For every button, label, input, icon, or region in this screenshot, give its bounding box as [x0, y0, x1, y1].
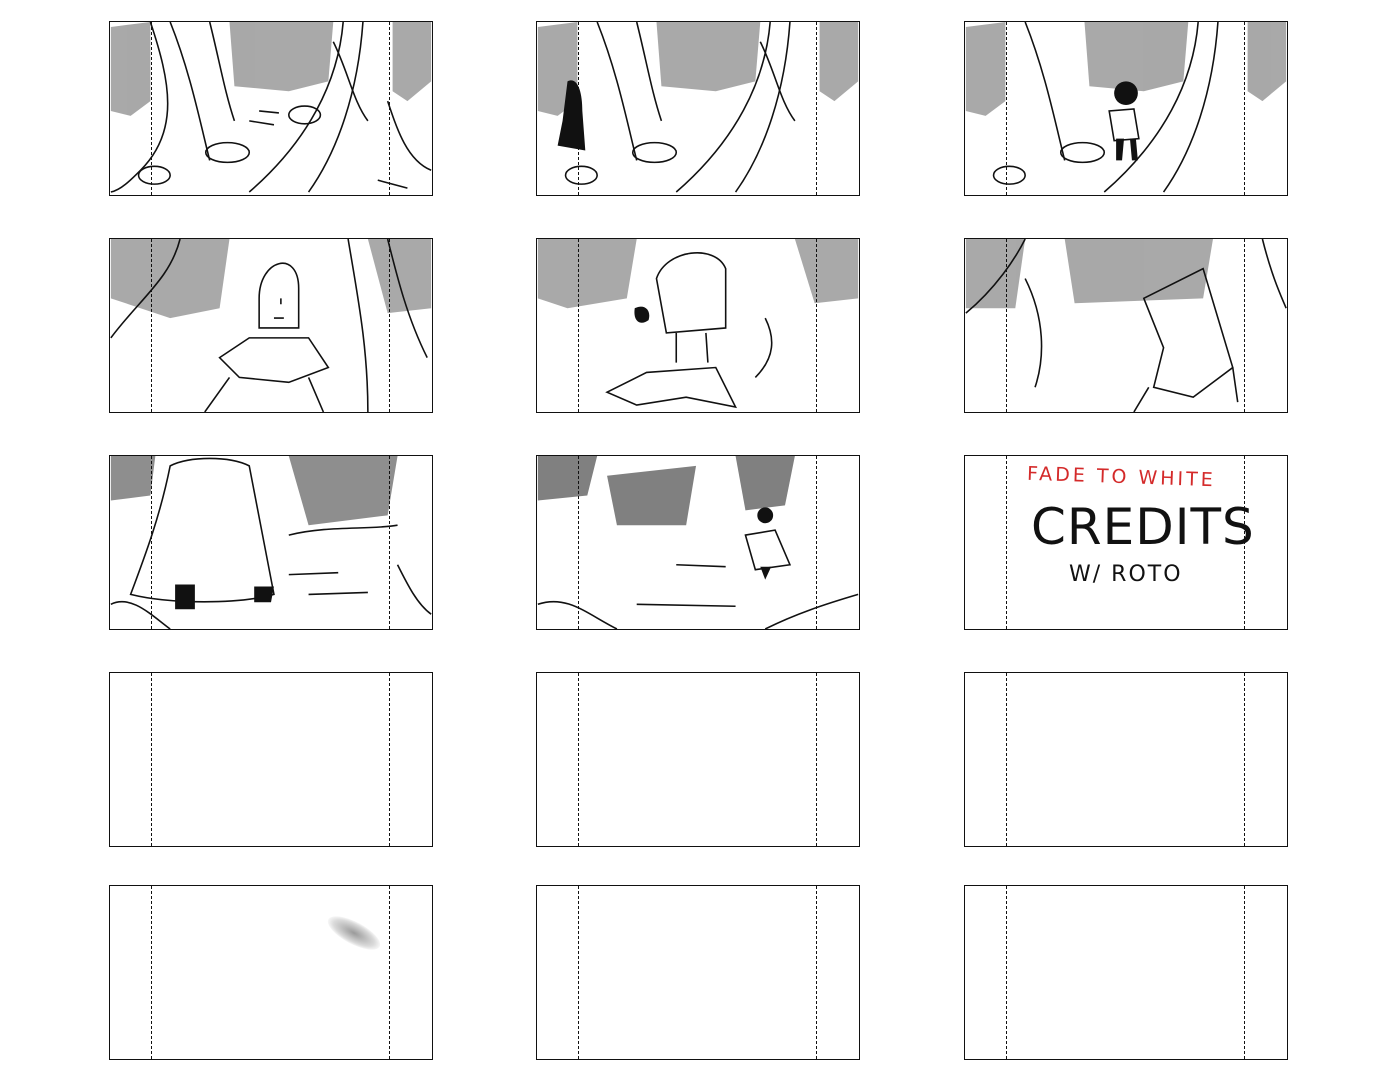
storyboard-panel-13 [109, 885, 433, 1060]
safe-area-left-guide [151, 239, 152, 412]
safe-area-left-guide [151, 673, 152, 846]
storyboard-panel-1 [109, 21, 433, 196]
pencil-smudge [323, 909, 385, 957]
character-sketch [537, 456, 859, 629]
storyboard-panel-3 [964, 21, 1288, 196]
safe-area-left-guide [151, 886, 152, 1059]
safe-area-right-guide [389, 673, 390, 846]
safe-area-left-guide [1006, 22, 1007, 195]
safe-area-left-guide [1006, 673, 1007, 846]
safe-area-right-guide [1244, 886, 1245, 1059]
safe-area-right-guide [1244, 673, 1245, 846]
storyboard-panel-5 [536, 238, 860, 413]
safe-area-right-guide [816, 239, 817, 412]
safe-area-left-guide [578, 239, 579, 412]
safe-area-left-guide [1006, 239, 1007, 412]
character-sketch [537, 239, 859, 409]
character-sketch [965, 239, 1287, 412]
storyboard-panel-14 [536, 885, 860, 1060]
storyboard-panel-15 [964, 885, 1288, 1060]
storyboard-panel-10 [109, 672, 433, 847]
safe-area-left-guide [578, 673, 579, 846]
safe-area-right-guide [389, 22, 390, 195]
safe-area-left-guide [1006, 456, 1007, 629]
storyboard-panel-9: FADE TO WHITE CREDITS W/ ROTO [964, 455, 1288, 630]
character-sketch [110, 239, 432, 412]
safe-area-right-guide [816, 456, 817, 629]
storyboard-panel-7 [109, 455, 433, 630]
safe-area-right-guide [389, 456, 390, 629]
safe-area-right-guide [816, 886, 817, 1059]
safe-area-right-guide [1244, 239, 1245, 412]
safe-area-left-guide [578, 22, 579, 195]
forest-sketch [110, 22, 432, 193]
safe-area-left-guide [578, 456, 579, 629]
fade-to-white-note: FADE TO WHITE [1026, 462, 1217, 492]
forest-sketch [965, 22, 1287, 193]
safe-area-left-guide [151, 456, 152, 629]
credits-note: CREDITS [1031, 498, 1255, 556]
safe-area-right-guide [389, 886, 390, 1059]
safe-area-right-guide [389, 239, 390, 412]
storyboard-panel-11 [536, 672, 860, 847]
safe-area-right-guide [816, 22, 817, 195]
safe-area-left-guide [151, 22, 152, 195]
safe-area-left-guide [1006, 886, 1007, 1059]
storyboard-panel-6 [964, 238, 1288, 413]
storyboard-panel-4 [109, 238, 433, 413]
safe-area-right-guide [1244, 456, 1245, 629]
storyboard-panel-8 [536, 455, 860, 630]
safe-area-left-guide [578, 886, 579, 1059]
character-sketch [110, 456, 432, 629]
safe-area-right-guide [1244, 22, 1245, 195]
storyboard-panel-12 [964, 672, 1288, 847]
roto-note: W/ ROTO [1069, 562, 1183, 587]
storyboard-panel-2 [536, 21, 860, 196]
forest-sketch [537, 22, 859, 193]
safe-area-right-guide [816, 673, 817, 846]
